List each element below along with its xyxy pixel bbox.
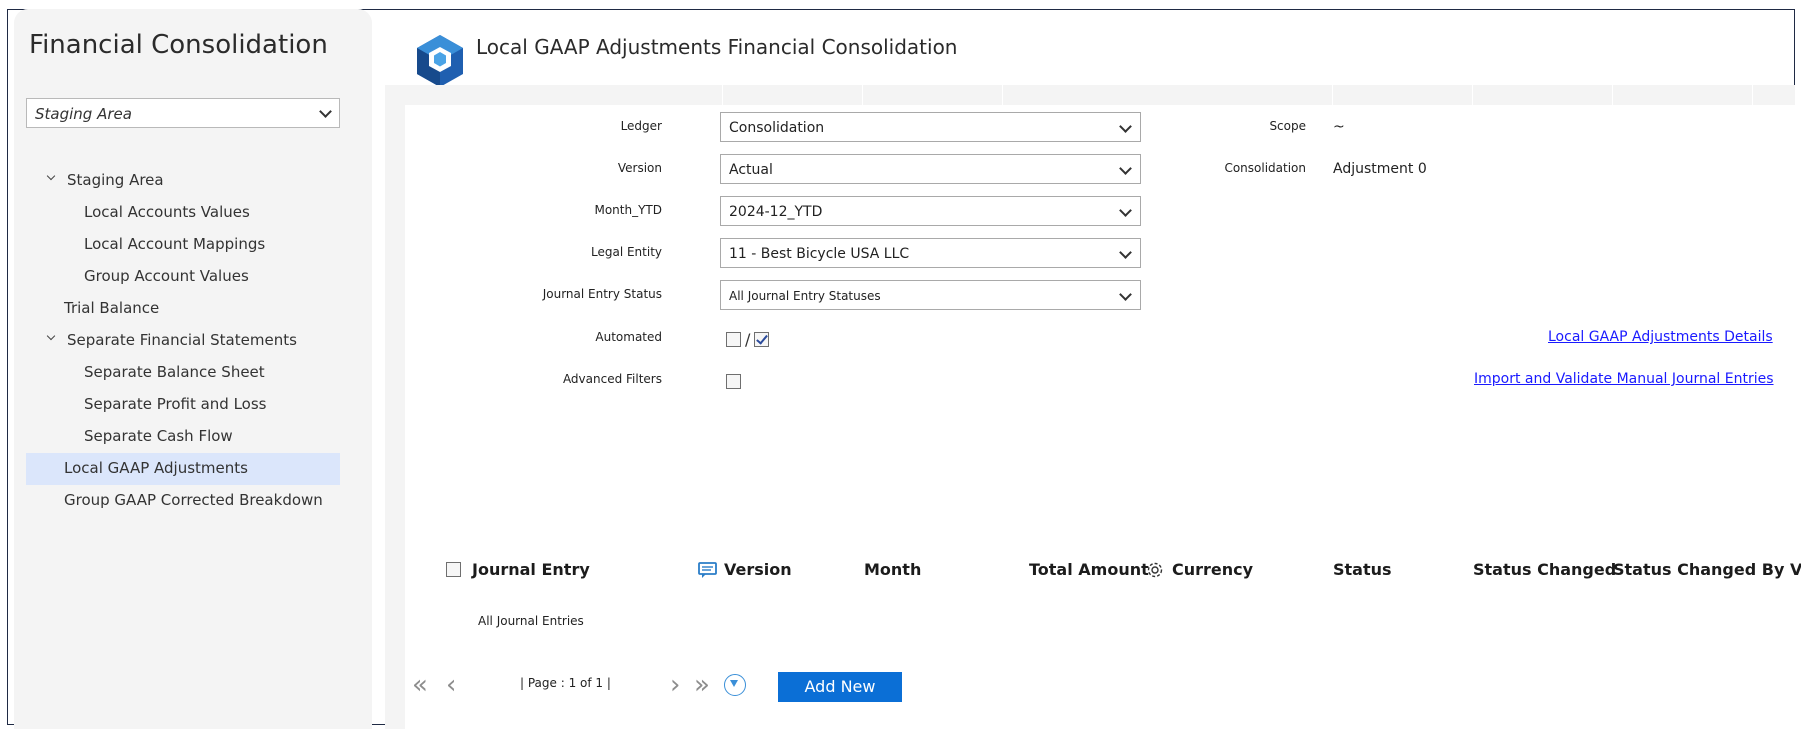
sidebar-item-label: Staging Area: [67, 171, 164, 189]
month-value: 2024-12_YTD: [729, 204, 823, 220]
last-page-icon[interactable]: »: [694, 672, 710, 698]
automated-no-checkbox[interactable]: [726, 332, 741, 347]
grid-header-band: [385, 85, 1795, 105]
ledger-select[interactable]: Consolidation: [720, 112, 1141, 142]
version-label: Version: [617, 161, 662, 175]
local-gaap-adjustments-details-link[interactable]: Local GAAP Adjustments Details: [1548, 329, 1773, 345]
legal-entity-value: 11 - Best Bicycle USA LLC: [729, 246, 910, 262]
scope-label: Scope: [1269, 119, 1306, 133]
legal-entity-label: Legal Entity: [590, 245, 662, 259]
month-select[interactable]: 2024-12_YTD: [720, 196, 1141, 226]
select-all-checkbox[interactable]: [446, 562, 461, 577]
version-value: Actual: [729, 162, 773, 178]
area-select[interactable]: Staging Area: [26, 98, 340, 128]
col-currency[interactable]: Currency: [1172, 560, 1253, 579]
consolidation-value: Adjustment 0: [1333, 161, 1427, 177]
import-validate-journal-entries-link[interactable]: Import and Validate Manual Journal Entri…: [1474, 371, 1774, 387]
sidebar-item-label: Separate Financial Statements: [67, 331, 297, 349]
page-info: | Page : 1 of 1 |: [520, 676, 611, 690]
journal-entry-status-label: Journal Entry Status: [542, 287, 662, 301]
sidebar-item-group-account-values[interactable]: Group Account Values: [84, 267, 249, 285]
col-status[interactable]: Status: [1333, 560, 1392, 579]
next-page-icon[interactable]: ›: [670, 672, 680, 698]
version-select[interactable]: Actual: [720, 154, 1141, 184]
col-version[interactable]: Version: [724, 560, 792, 579]
sidebar-item-separate-profit-and-loss[interactable]: Separate Profit and Loss: [84, 395, 266, 413]
ledger-label: Ledger: [620, 119, 662, 133]
page-options-icon[interactable]: [724, 674, 746, 696]
chevron-down-icon: [1119, 246, 1132, 259]
chevron-down-icon: [1119, 162, 1132, 175]
add-new-button[interactable]: Add New: [778, 672, 902, 702]
sidebar-item-separate-cash-flow[interactable]: Separate Cash Flow: [84, 427, 233, 445]
comment-icon[interactable]: [698, 562, 717, 583]
first-page-icon[interactable]: «: [412, 672, 428, 698]
page-title: Local GAAP Adjustments Financial Consoli…: [476, 35, 958, 59]
col-journal-entry[interactable]: Journal Entry: [472, 560, 590, 579]
sidebar-item-group-gaap-corrected-breakdown[interactable]: Group GAAP Corrected Breakdown: [64, 491, 323, 509]
automated-separator: /: [745, 330, 751, 349]
area-select-value: Staging Area: [35, 105, 132, 123]
col-status-changed[interactable]: Status Changed: [1473, 560, 1616, 579]
app-title: Financial Consolidation: [29, 30, 328, 60]
journal-entry-status-value: All Journal Entry Statuses: [729, 289, 881, 303]
sidebar-item-trial-balance[interactable]: Trial Balance: [64, 299, 159, 317]
month-label: Month_YTD: [594, 203, 662, 217]
col-total-amount[interactable]: Total Amount: [1029, 560, 1149, 579]
cube-logo-icon: [415, 33, 465, 91]
chevron-down-icon: [319, 105, 332, 118]
previous-page-icon[interactable]: ‹: [446, 672, 456, 698]
col-status-changed-by[interactable]: Status Changed By Valid: [1613, 560, 1801, 579]
content-gutter: [385, 105, 405, 729]
consolidation-label: Consolidation: [1224, 161, 1306, 175]
advanced-filters-checkbox[interactable]: [726, 374, 741, 389]
sidebar-item-local-account-mappings[interactable]: Local Account Mappings: [84, 235, 265, 253]
sidebar-item-local-gaap-adjustments[interactable]: Local GAAP Adjustments: [64, 459, 248, 477]
ledger-value: Consolidation: [729, 120, 825, 136]
legal-entity-select[interactable]: 11 - Best Bicycle USA LLC: [720, 238, 1141, 268]
journal-entry-status-select[interactable]: All Journal Entry Statuses: [720, 280, 1141, 310]
table-row[interactable]: All Journal Entries: [478, 614, 584, 628]
automated-label: Automated: [595, 330, 662, 344]
automated-yes-checkbox[interactable]: [754, 332, 769, 347]
col-month[interactable]: Month: [864, 560, 921, 579]
chevron-down-icon: [1119, 288, 1132, 301]
chevron-down-icon: [1119, 120, 1132, 133]
advanced-filters-label: Advanced Filters: [562, 372, 662, 386]
sidebar-item-separate-balance-sheet[interactable]: Separate Balance Sheet: [84, 363, 265, 381]
scope-value: ~: [1333, 119, 1345, 135]
sidebar-item-local-accounts-values[interactable]: Local Accounts Values: [84, 203, 250, 221]
chevron-down-icon: [1119, 204, 1132, 217]
gear-icon[interactable]: [1145, 560, 1165, 584]
